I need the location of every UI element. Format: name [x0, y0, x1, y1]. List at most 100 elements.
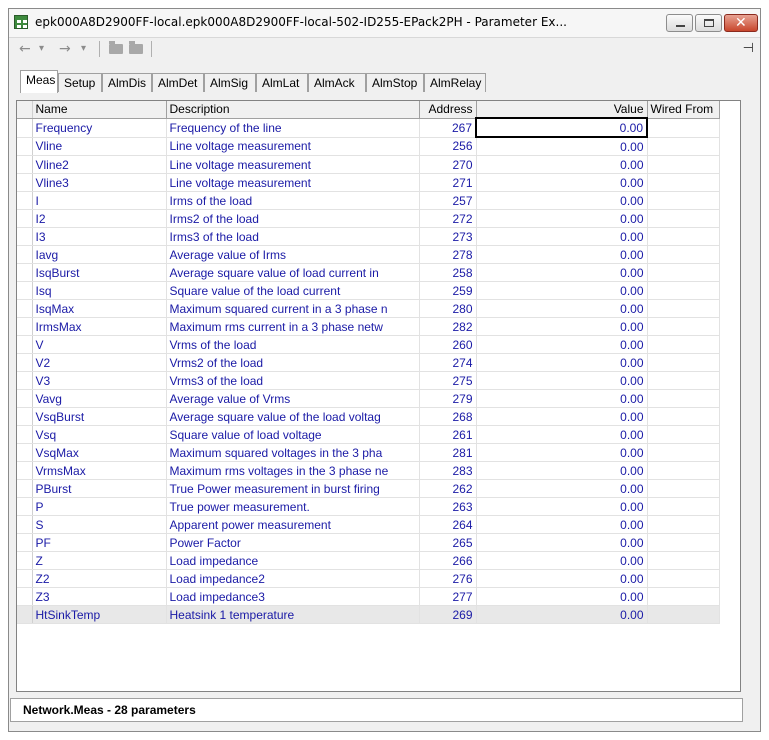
- minimize-button[interactable]: [666, 14, 693, 32]
- cell-wired-from[interactable]: [647, 155, 720, 174]
- table-row[interactable]: I Irms of the load 257 0.00: [17, 191, 720, 210]
- cell-wired-from[interactable]: [647, 227, 720, 246]
- table-row[interactable]: P True power measurement. 263 0.00: [17, 497, 720, 516]
- cell-name[interactable]: HtSinkTemp: [32, 605, 167, 624]
- cell-address[interactable]: 278: [419, 245, 477, 264]
- cell-name[interactable]: V3: [32, 371, 167, 390]
- cell-value[interactable]: 0.00: [476, 263, 648, 282]
- cell-address[interactable]: 257: [419, 191, 477, 210]
- close-button[interactable]: ✕: [724, 14, 758, 32]
- cell-wired-from[interactable]: [647, 515, 720, 534]
- cell-value[interactable]: 0.00: [476, 533, 648, 552]
- table-row[interactable]: IrmsMax Maximum rms current in a 3 phase …: [17, 317, 720, 336]
- cell-name[interactable]: Z2: [32, 569, 167, 588]
- cell-wired-from[interactable]: [647, 533, 720, 552]
- cell-description[interactable]: Average square value of load current in: [166, 263, 420, 282]
- cell-description[interactable]: Vrms3 of the load: [166, 371, 420, 390]
- table-row[interactable]: Z2 Load impedance2 276 0.00: [17, 569, 720, 588]
- cell-description[interactable]: Maximum rms voltages in the 3 phase ne: [166, 461, 420, 480]
- cell-description[interactable]: Maximum squared voltages in the 3 pha: [166, 443, 420, 462]
- cell-value[interactable]: 0.00: [476, 569, 648, 588]
- cell-address[interactable]: 258: [419, 263, 477, 282]
- cell-address[interactable]: 267: [419, 118, 477, 138]
- cell-address[interactable]: 276: [419, 569, 477, 588]
- cell-name[interactable]: Vline: [32, 137, 167, 156]
- cell-description[interactable]: Power Factor: [166, 533, 420, 552]
- cell-value[interactable]: 0.00: [476, 497, 648, 516]
- cell-name[interactable]: Z: [32, 551, 167, 570]
- cell-wired-from[interactable]: [647, 551, 720, 570]
- cell-wired-from[interactable]: [647, 173, 720, 192]
- cell-wired-from[interactable]: [647, 371, 720, 390]
- cell-description[interactable]: Load impedance: [166, 551, 420, 570]
- cell-address[interactable]: 264: [419, 515, 477, 534]
- cell-value[interactable]: 0.00: [476, 371, 648, 390]
- cell-name[interactable]: PF: [32, 533, 167, 552]
- table-row[interactable]: Z Load impedance 266 0.00: [17, 551, 720, 570]
- cell-description[interactable]: Irms2 of the load: [166, 209, 420, 228]
- cell-description[interactable]: Maximum rms current in a 3 phase netw: [166, 317, 420, 336]
- cell-value[interactable]: 0.00: [476, 281, 648, 300]
- column-header-description[interactable]: Description: [166, 101, 420, 119]
- cell-name[interactable]: Vsq: [32, 425, 167, 444]
- cell-name[interactable]: VsqMax: [32, 443, 167, 462]
- cell-name[interactable]: Vline2: [32, 155, 167, 174]
- cell-name[interactable]: Vline3: [32, 173, 167, 192]
- cell-value[interactable]: 0.00: [476, 515, 648, 534]
- cell-wired-from[interactable]: [647, 118, 720, 138]
- cell-value[interactable]: 0.00: [476, 155, 648, 174]
- cell-value[interactable]: 0.00: [476, 425, 648, 444]
- cell-address[interactable]: 262: [419, 479, 477, 498]
- cell-description[interactable]: True power measurement.: [166, 497, 420, 516]
- table-row[interactable]: Vavg Average value of Vrms 279 0.00: [17, 389, 720, 408]
- cell-wired-from[interactable]: [647, 191, 720, 210]
- cell-name[interactable]: Vavg: [32, 389, 167, 408]
- cell-value[interactable]: 0.00: [476, 407, 648, 426]
- column-header-address[interactable]: Address: [419, 101, 477, 119]
- cell-address[interactable]: 270: [419, 155, 477, 174]
- cell-wired-from[interactable]: [647, 479, 720, 498]
- cell-name[interactable]: IsqMax: [32, 299, 167, 318]
- table-row[interactable]: VsqBurst Average square value of the load…: [17, 407, 720, 426]
- table-row[interactable]: VrmsMax Maximum rms voltages in the 3 pha…: [17, 461, 720, 480]
- cell-address[interactable]: 260: [419, 335, 477, 354]
- cell-address[interactable]: 275: [419, 371, 477, 390]
- cell-description[interactable]: Square value of load voltage: [166, 425, 420, 444]
- cell-value[interactable]: 0.00: [476, 443, 648, 462]
- cell-value[interactable]: 0.00: [476, 335, 648, 354]
- folder-icon[interactable]: [109, 41, 123, 54]
- cell-wired-from[interactable]: [647, 335, 720, 354]
- cell-value[interactable]: 0.00: [476, 245, 648, 264]
- table-row[interactable]: Vsq Square value of load voltage 261 0.00: [17, 425, 720, 444]
- cell-value[interactable]: 0.00: [476, 587, 648, 606]
- cell-value[interactable]: 0.00: [476, 389, 648, 408]
- cell-wired-from[interactable]: [647, 497, 720, 516]
- cell-wired-from[interactable]: [647, 569, 720, 588]
- cell-address[interactable]: 283: [419, 461, 477, 480]
- cell-name[interactable]: I: [32, 191, 167, 210]
- cell-description[interactable]: Line voltage measurement: [166, 155, 420, 174]
- column-header-wired-from[interactable]: Wired From: [647, 101, 720, 119]
- tab-almstop[interactable]: AlmStop: [366, 73, 424, 92]
- cell-description[interactable]: Frequency of the line: [166, 118, 420, 138]
- cell-value[interactable]: 0.00: [476, 479, 648, 498]
- column-header-name[interactable]: Name: [32, 101, 167, 119]
- table-row[interactable]: V3 Vrms3 of the load 275 0.00: [17, 371, 720, 390]
- back-dropdown-icon[interactable]: ▾: [39, 40, 44, 58]
- table-row[interactable]: Frequency Frequency of the line 267 0.00: [17, 117, 720, 138]
- cell-value[interactable]: 0.00: [476, 299, 648, 318]
- cell-name[interactable]: I3: [32, 227, 167, 246]
- cell-description[interactable]: Apparent power measurement: [166, 515, 420, 534]
- table-row[interactable]: Vline3 Line voltage measurement 271 0.00: [17, 173, 720, 192]
- cell-wired-from[interactable]: [647, 263, 720, 282]
- cell-name[interactable]: Frequency: [32, 118, 167, 138]
- cell-value[interactable]: 0.00: [476, 191, 648, 210]
- cell-description[interactable]: Heatsink 1 temperature: [166, 605, 420, 624]
- cell-value[interactable]: 0.00: [476, 317, 648, 336]
- table-row[interactable]: Z3 Load impedance3 277 0.00: [17, 587, 720, 606]
- cell-name[interactable]: S: [32, 515, 167, 534]
- cell-wired-from[interactable]: [647, 353, 720, 372]
- cell-wired-from[interactable]: [647, 443, 720, 462]
- cell-value[interactable]: 0.00: [475, 117, 648, 138]
- cell-description[interactable]: True Power measurement in burst firing: [166, 479, 420, 498]
